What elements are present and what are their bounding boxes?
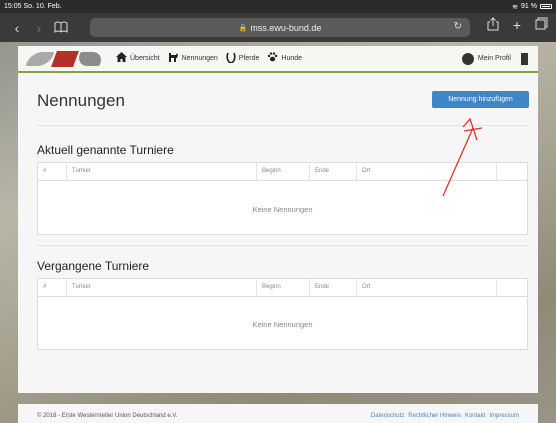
horseshoe-icon bbox=[226, 52, 236, 66]
forward-icon[interactable]: › bbox=[28, 20, 50, 36]
site-footer: © 2018 - Erste Westernreiter Union Deuts… bbox=[18, 404, 538, 423]
bookmarks-icon[interactable] bbox=[50, 20, 72, 36]
back-icon[interactable]: ‹ bbox=[6, 20, 28, 36]
status-right: ≋ 91 % bbox=[512, 3, 552, 11]
table-header: # Turnier Beginn Ende Ort bbox=[38, 279, 527, 297]
horse-rider-icon bbox=[168, 52, 179, 65]
reload-icon[interactable]: ↻ bbox=[454, 21, 462, 32]
main-content: Nennungen Nennung hinzufügen Aktuell gen… bbox=[18, 73, 538, 393]
column-header bbox=[497, 163, 527, 180]
battery-icon bbox=[540, 4, 552, 9]
section-title-current: Aktuell genannte Turniere bbox=[37, 143, 174, 157]
divider bbox=[37, 125, 528, 126]
divider bbox=[37, 245, 528, 246]
status-bar: 15:05 So. 10. Feb. ≋ 91 % bbox=[0, 0, 556, 13]
wifi-icon: ≋ bbox=[512, 3, 519, 11]
avatar bbox=[461, 52, 474, 65]
footer-links: Datenschutz Rechtlicher Hinweis Kontakt … bbox=[371, 413, 519, 423]
copyright-text: © 2018 - Erste Westernreiter Union Deuts… bbox=[37, 413, 178, 419]
paw-icon bbox=[267, 52, 278, 65]
site-header: Übersicht Nennungen Pferde Hunde Mein Pr… bbox=[18, 46, 538, 73]
browser-toolbar: ‹ › 🔒 mss.ewu-bund.de ↻ + bbox=[0, 13, 556, 42]
add-entry-button[interactable]: Nennung hinzufügen bbox=[432, 91, 529, 108]
nav-item-hunde[interactable]: Hunde bbox=[267, 52, 302, 65]
nav-item-pferde[interactable]: Pferde bbox=[226, 52, 260, 66]
column-header[interactable]: Ort bbox=[357, 279, 497, 296]
column-header[interactable]: Turnier bbox=[67, 163, 257, 180]
nav-item-label: Übersicht bbox=[130, 55, 160, 62]
column-header[interactable]: # bbox=[38, 163, 67, 180]
table-current: # Turnier Beginn Ende Ort Keine Nennunge… bbox=[37, 162, 528, 235]
home-icon bbox=[116, 52, 127, 65]
url-text: mss.ewu-bund.de bbox=[250, 22, 322, 33]
nav-item-label: Hunde bbox=[281, 55, 303, 62]
column-header[interactable]: Ort bbox=[357, 163, 497, 180]
column-header[interactable]: Beginn bbox=[257, 279, 310, 296]
footer-link-contact[interactable]: Kontakt bbox=[465, 413, 485, 423]
footer-link-legal[interactable]: Rechtlicher Hinweis bbox=[408, 413, 461, 423]
table-past: # Turnier Beginn Ende Ort Keine Nennunge… bbox=[37, 278, 528, 350]
new-tab-icon[interactable]: + bbox=[513, 17, 521, 34]
lock-icon: 🔒 bbox=[238, 24, 248, 32]
column-header bbox=[497, 279, 527, 296]
nav-item-label: Nennungen bbox=[181, 55, 218, 62]
section-title-past: Vergangene Turniere bbox=[37, 259, 150, 273]
main-nav: Übersicht Nennungen Pferde Hunde bbox=[116, 52, 302, 66]
status-date: So. 10. Feb. bbox=[23, 3, 62, 10]
nav-item-label: Pferde bbox=[238, 55, 260, 62]
footer-link-privacy[interactable]: Datenschutz bbox=[371, 413, 404, 423]
nav-item-uebersicht[interactable]: Übersicht bbox=[116, 52, 160, 65]
status-time: 15:05 bbox=[4, 3, 22, 10]
column-header[interactable]: Beginn bbox=[257, 163, 310, 180]
empty-state: Keine Nennungen bbox=[252, 320, 313, 329]
ewu-logo[interactable] bbox=[22, 48, 110, 70]
battery-percent: 91 % bbox=[521, 3, 537, 10]
profile-menu[interactable]: Mein Profil bbox=[461, 52, 528, 65]
logout-icon[interactable] bbox=[521, 52, 528, 65]
nav-item-nennungen[interactable]: Nennungen bbox=[168, 52, 218, 65]
profile-label: Mein Profil bbox=[477, 55, 511, 62]
status-time-date: 15:05 So. 10. Feb. bbox=[4, 3, 62, 10]
empty-state: Keine Nennungen bbox=[252, 205, 313, 214]
column-header[interactable]: Ende bbox=[310, 163, 357, 180]
share-icon[interactable] bbox=[487, 17, 499, 34]
page-title: Nennungen bbox=[37, 91, 125, 110]
tabs-icon[interactable] bbox=[535, 17, 548, 34]
footer-link-imprint[interactable]: Impressum bbox=[489, 413, 519, 423]
table-header: # Turnier Beginn Ende Ort bbox=[38, 163, 527, 181]
column-header[interactable]: Turnier bbox=[67, 279, 257, 296]
column-header[interactable]: Ende bbox=[310, 279, 357, 296]
address-bar[interactable]: 🔒 mss.ewu-bund.de ↻ bbox=[90, 18, 470, 37]
column-header[interactable]: # bbox=[38, 279, 67, 296]
